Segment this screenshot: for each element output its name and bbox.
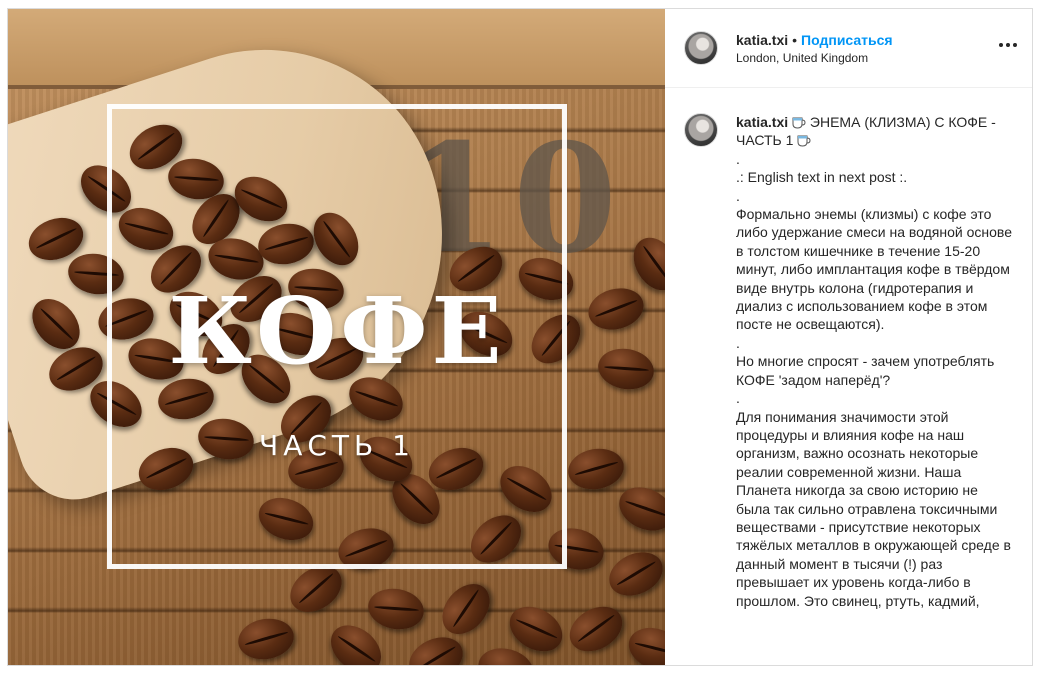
coffee-bean xyxy=(583,282,649,336)
coffee-bean xyxy=(234,614,298,664)
coffee-bean xyxy=(364,584,428,634)
coffee-bean xyxy=(612,479,665,539)
coffee-bean xyxy=(402,629,470,665)
instagram-post: 710 КОФЕ ЧАСТЬ 1 katia.txi • Подписаться L… xyxy=(7,8,1033,666)
image-subtitle: ЧАСТЬ 1 xyxy=(259,429,415,462)
post-header: katia.txi • Подписаться London, United Kin… xyxy=(665,9,1032,88)
more-options-icon[interactable] xyxy=(996,33,1020,57)
coffee-bean xyxy=(594,344,658,394)
coffee-bean xyxy=(602,544,665,604)
coffee-bean xyxy=(561,597,631,661)
username-link[interactable]: katia.txi xyxy=(736,32,788,48)
dot xyxy=(1013,43,1017,47)
caption-avatar[interactable] xyxy=(684,113,718,147)
dot xyxy=(1006,43,1010,47)
caption-username-link[interactable]: katia.txi xyxy=(736,114,788,130)
caption-body: . .: English text in next post :. . Форм… xyxy=(736,150,1012,609)
header-user-line: katia.txi • Подписаться xyxy=(736,32,893,48)
post-image[interactable]: 710 КОФЕ ЧАСТЬ 1 xyxy=(8,9,665,665)
coffee-cup-icon xyxy=(797,134,811,147)
location-link[interactable]: London, United Kingdom xyxy=(736,51,868,65)
dot xyxy=(999,43,1003,47)
coffee-bean xyxy=(624,229,665,299)
coffee-bean xyxy=(622,620,665,665)
coffee-cup-icon xyxy=(792,116,806,129)
post-sidebar: katia.txi • Подписаться London, United Kin… xyxy=(665,9,1032,665)
coffee-bean xyxy=(564,444,628,494)
separator-dot: • xyxy=(792,32,798,48)
caption-text: katia.txi ЭНЕМА (КЛИЗМА) С КОФЕ - ЧАСТЬ … xyxy=(736,113,1014,610)
coffee-bean xyxy=(432,574,500,644)
follow-button[interactable]: Подписаться xyxy=(801,32,893,48)
image-title: КОФЕ xyxy=(168,277,506,385)
comments-area[interactable]: katia.txi ЭНЕМА (КЛИЗМА) С КОФЕ - ЧАСТЬ … xyxy=(665,89,1032,665)
avatar[interactable] xyxy=(684,31,718,65)
